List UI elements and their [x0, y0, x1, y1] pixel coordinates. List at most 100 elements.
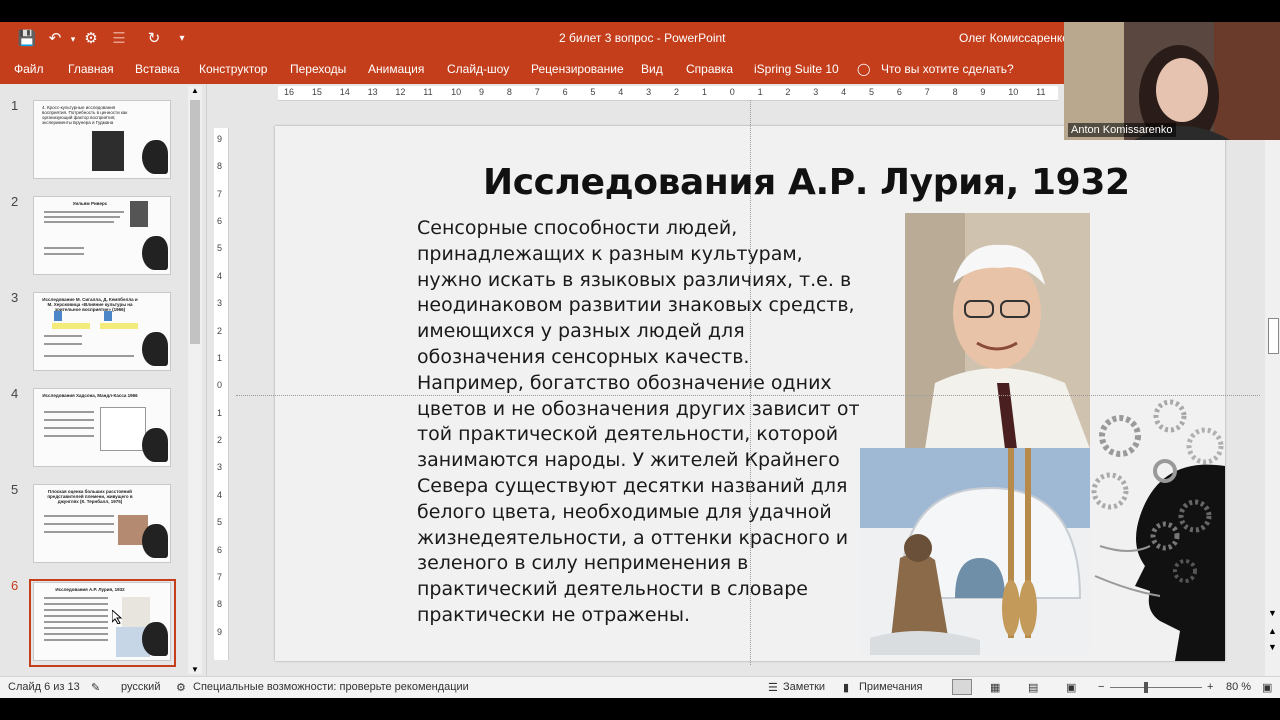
ruler-tick-label: 8 — [506, 87, 512, 97]
slide-thumbnail-1[interactable]: 4. Кросс-культурные исследования восприя… — [33, 100, 171, 179]
ruler-tick-label: 7 — [217, 188, 223, 199]
scrollbar-thumb[interactable] — [190, 100, 200, 344]
thumb-head-graphic — [142, 236, 168, 270]
thumb-highlight — [52, 323, 90, 329]
scroll-down-icon[interactable]: ▼ — [191, 665, 199, 674]
user-name[interactable]: Олег Комиссаренко — [959, 31, 1069, 45]
fit-to-window-icon[interactable]: ▣ — [1262, 681, 1272, 694]
notes-button[interactable]: Заметки — [783, 681, 825, 693]
thumbnail-scrollbar[interactable]: ▲ ▼ — [188, 86, 202, 674]
slideshow-icon[interactable]: ▣ — [1066, 681, 1076, 694]
slide-body-text[interactable]: Сенсорные способности людей, принадлежащи… — [417, 216, 877, 629]
slide-body-line: белого цвета, необходимые для удачной — [417, 500, 832, 523]
tab-ispring[interactable]: iSpring Suite 10 — [754, 62, 839, 76]
slide-thumbnail-5[interactable]: Плоская оценка больших расстояний предст… — [33, 484, 171, 563]
tab-view[interactable]: Вид — [641, 62, 663, 76]
video-call-tile[interactable]: Anton Komissarenko — [1064, 22, 1280, 140]
scroll-up-icon[interactable]: ▲ — [191, 86, 199, 95]
slide-counter[interactable]: Слайд 6 из 13 — [8, 681, 80, 693]
participant-name: Anton Komissarenko — [1068, 123, 1176, 137]
reading-view-icon[interactable]: ▤ — [1028, 681, 1038, 694]
redo-icon[interactable]: ↻ — [143, 28, 165, 50]
horizontal-guide[interactable] — [236, 395, 1260, 396]
list-icon[interactable]: ☰ — [108, 28, 130, 50]
thumb-number: 1 — [11, 98, 19, 113]
language-indicator[interactable]: русский — [121, 681, 160, 693]
ruler-tick-label: 6 — [896, 87, 902, 97]
zoom-slider[interactable] — [1110, 687, 1202, 688]
tab-slideshow[interactable]: Слайд-шоу — [447, 62, 509, 76]
slide-thumbnail-4[interactable]: Исследования Хадсона, Мандл-Касса 1966 — [33, 388, 171, 467]
ruler-tick-label: 4 — [841, 87, 847, 97]
tab-animation[interactable]: Анимация — [368, 62, 424, 76]
thumb-head-graphic — [142, 428, 168, 462]
accessibility-icon[interactable]: ⚙ — [176, 681, 186, 694]
ruler-tick-label: 6 — [562, 87, 568, 97]
igloo-photo[interactable] — [860, 448, 1090, 655]
thumb-title: Исследования Хадсона, Мандл-Касса 1966 — [42, 393, 138, 398]
slide-body-line: имеющихся у разных людей для — [417, 320, 745, 343]
ruler-tick-label: 2 — [217, 435, 223, 446]
previous-slide-icon[interactable]: ▲ — [1268, 626, 1277, 636]
thumb-title: Плоская оценка больших расстояний предст… — [47, 489, 133, 504]
tab-home[interactable]: Главная — [68, 62, 114, 76]
comments-icon[interactable]: ▮ — [843, 681, 849, 694]
ruler-tick-label: 13 — [367, 87, 378, 97]
thumb-highlight — [100, 323, 138, 329]
accessibility-status[interactable]: Специальные возможности: проверьте реком… — [193, 681, 469, 693]
thumb-text-line — [44, 435, 94, 437]
customize-qat-icon[interactable]: ▾ — [171, 28, 193, 50]
thumb-arrow — [104, 311, 112, 321]
slide-title[interactable]: Исследования А.Р. Лурия, 1932 — [483, 162, 1130, 203]
slide-body-line: зеленого в силу неприменения в — [417, 552, 749, 575]
slide-body-line: жизнедеятельности, а оттенки красного и — [417, 526, 849, 549]
slide-body-line: занимаются народы. У жителей Крайнего — [417, 449, 840, 472]
slide-body-line: практический деятельности в словаре — [417, 578, 808, 601]
tell-me-search[interactable]: Что вы хотите сделать? — [881, 62, 1014, 76]
thumb-title: Исследование М. Сигалла, Д. Кемпбелла и … — [42, 297, 138, 312]
luria-portrait-photo[interactable] — [905, 213, 1090, 449]
ruler-tick-label: 8 — [217, 161, 223, 172]
zoom-out-icon[interactable]: − — [1098, 681, 1104, 693]
slide-sorter-icon[interactable]: ▦ — [990, 681, 1000, 694]
scrollbar-thumb[interactable] — [1268, 318, 1279, 354]
scroll-down-icon[interactable]: ▼ — [1268, 608, 1277, 618]
zoom-level[interactable]: 80 % — [1226, 681, 1251, 693]
thumb-number: 5 — [11, 482, 19, 497]
normal-view-icon[interactable] — [952, 679, 972, 695]
ruler-tick-label: 9 — [217, 626, 223, 637]
vertical-guide[interactable] — [750, 100, 751, 665]
slide-thumbnail-2[interactable]: Уильям Риверс — [33, 196, 171, 275]
format-painter-icon[interactable]: ⚙ — [80, 28, 102, 50]
ruler-tick-label: 5 — [590, 87, 596, 97]
next-slide-icon[interactable]: ▼ — [1268, 642, 1277, 652]
slide-scrollbar[interactable]: ▼ ▲ ▼ — [1265, 86, 1280, 676]
tab-insert[interactable]: Вставка — [135, 62, 180, 76]
ruler-tick-label: 8 — [952, 87, 958, 97]
tab-review[interactable]: Рецензирование — [531, 62, 624, 76]
tab-file[interactable]: Файл — [14, 62, 44, 76]
ruler-tick-label: 16 — [284, 87, 295, 97]
slide-body-line: обозначения сенсорных качеств. — [417, 345, 750, 368]
slide-thumbnail-3[interactable]: Исследование М. Сигалла, Д. Кемпбелла и … — [33, 292, 171, 371]
thumb-text-line — [44, 419, 94, 421]
notes-icon[interactable]: ☰ — [768, 681, 778, 694]
ruler-tick-label: 7 — [217, 571, 223, 582]
tab-help[interactable]: Справка — [686, 62, 733, 76]
ruler-tick-label: 0 — [729, 87, 735, 97]
thumb-text-line — [44, 335, 82, 337]
tab-transitions[interactable]: Переходы — [290, 62, 346, 76]
zoom-in-icon[interactable]: + — [1207, 681, 1213, 693]
save-icon[interactable]: 💾 — [16, 28, 38, 50]
ruler-tick-label: 2 — [217, 325, 223, 336]
thumb-head-graphic — [142, 524, 168, 558]
spellcheck-icon[interactable]: ✎ — [91, 681, 100, 694]
thumb-text-line — [44, 221, 114, 223]
ruler-tick-label: 5 — [217, 517, 223, 528]
zoom-slider-handle[interactable] — [1144, 682, 1148, 693]
comments-button[interactable]: Примечания — [859, 681, 923, 693]
screen-border — [0, 698, 1280, 720]
tab-design[interactable]: Конструктор — [199, 62, 267, 76]
thumb-number: 4 — [11, 386, 19, 401]
ruler-tick-label: 7 — [534, 87, 540, 97]
